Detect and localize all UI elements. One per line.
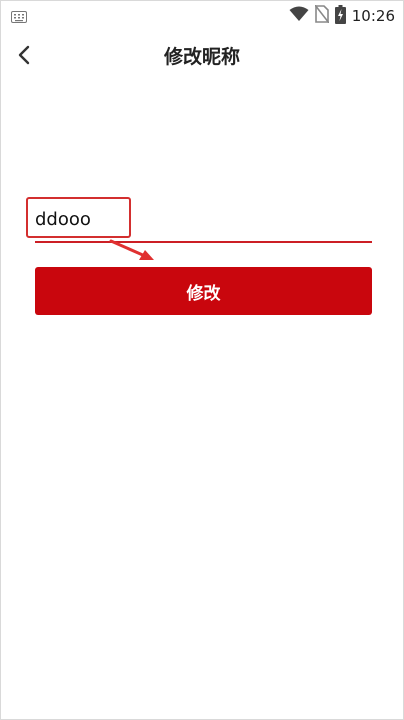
input-underline <box>35 241 372 243</box>
submit-button[interactable]: 修改 <box>35 267 372 315</box>
annotation-arrow-icon <box>101 235 161 271</box>
app-screen: 10:26 修改昵称 修改 <box>0 0 404 720</box>
keyboard-icon <box>11 8 27 27</box>
no-sim-icon <box>314 4 330 27</box>
wifi-icon <box>289 6 309 26</box>
battery-charging-icon <box>334 4 346 28</box>
page-title: 修改昵称 <box>163 46 240 68</box>
status-time: 10:26 <box>351 7 395 25</box>
nav-header: 修改昵称 <box>1 31 403 81</box>
nickname-input[interactable] <box>35 204 365 234</box>
status-bar: 10:26 <box>1 1 403 31</box>
